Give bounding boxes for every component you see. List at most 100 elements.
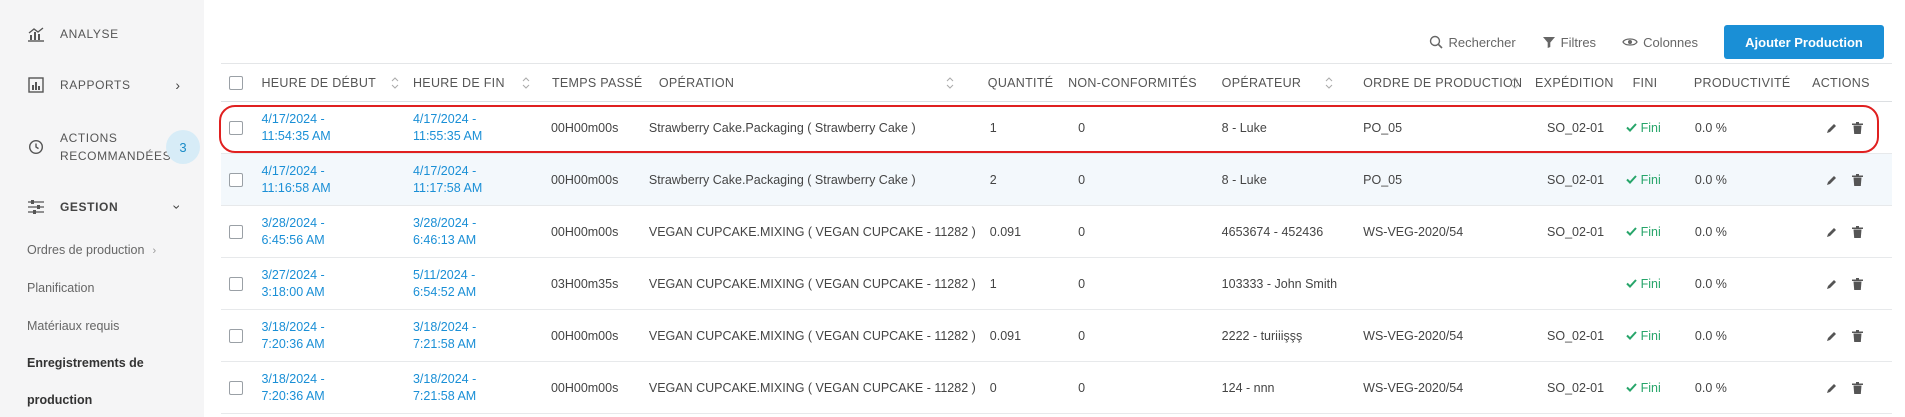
search-button[interactable]: Rechercher bbox=[1429, 35, 1516, 50]
col-non-conformites[interactable]: NON-CONFORMITÉS bbox=[1067, 63, 1205, 102]
col-operation[interactable]: OPÉRATION bbox=[643, 63, 976, 102]
end-time-link[interactable]: 5/11/2024 - 6:54:52 AM bbox=[404, 267, 544, 301]
edit-icon[interactable] bbox=[1826, 174, 1838, 186]
fini-cell: Fini bbox=[1621, 361, 1694, 414]
col-operateur[interactable]: OPÉRATEUR bbox=[1204, 63, 1348, 102]
row-checkbox[interactable] bbox=[229, 224, 243, 239]
fini-label: Fini bbox=[1640, 276, 1661, 291]
edit-icon[interactable] bbox=[1826, 226, 1838, 238]
time-spent: 00H00m00s bbox=[550, 224, 619, 239]
filters-button[interactable]: Filtres bbox=[1542, 35, 1596, 50]
operation-cell: Strawberry Cake.Packaging ( Strawberry C… bbox=[643, 153, 976, 206]
col-heure-fin-label: HEURE DE FIN bbox=[412, 75, 505, 90]
end-time-link[interactable]: 3/18/2024 - 7:21:58 AM bbox=[404, 319, 544, 353]
start-time-link[interactable]: 3/18/2024 - 7:20:36 AM bbox=[253, 371, 404, 405]
sub-enregistrements-de-production[interactable]: Enregistrements de production bbox=[27, 345, 144, 417]
trash-icon[interactable] bbox=[1852, 121, 1864, 134]
expedition-cell: SO_02-01 bbox=[1524, 101, 1622, 154]
col-heure-debut[interactable]: HEURE DE DÉBUT bbox=[253, 63, 404, 102]
start-time-link[interactable]: 4/17/2024 - 11:54:35 AM bbox=[253, 111, 404, 145]
table-row[interactable]: 4/17/2024 - 11:16:58 AM 4/17/2024 - 11:17:… bbox=[221, 153, 1892, 206]
trash-icon[interactable] bbox=[1852, 173, 1864, 186]
row-checkbox[interactable] bbox=[229, 380, 243, 395]
end-time-cell: 3/18/2024 - 7:21:58 AM bbox=[403, 361, 544, 414]
table-row[interactable]: 3/18/2024 - 7:20:36 AM 3/18/2024 - 7:21:58… bbox=[221, 361, 1892, 414]
nav-gestion[interactable]: GESTION › bbox=[0, 197, 204, 217]
end-time-link[interactable]: 3/28/2024 - 6:46:13 AM bbox=[404, 215, 544, 249]
col-temps-passe-label: TEMPS PASSÉ bbox=[551, 75, 643, 90]
row-select-cell bbox=[221, 153, 254, 206]
start-time-link[interactable]: 3/27/2024 - 3:18:00 AM bbox=[253, 267, 404, 301]
sidebar: ANALYSE RAPPORTS › ACTIONS RECOMMANDÉES … bbox=[0, 0, 204, 417]
production-order: WS-VEG-2020/54 bbox=[1363, 224, 1464, 239]
trash-icon[interactable] bbox=[1852, 277, 1864, 290]
check-icon bbox=[1625, 123, 1637, 132]
col-heure-fin[interactable]: HEURE DE FIN bbox=[403, 63, 544, 102]
columns-button[interactable]: Colonnes bbox=[1622, 35, 1698, 50]
productivity: 0.0 % bbox=[1694, 276, 1727, 291]
start-time-cell: 3/18/2024 - 7:20:36 AM bbox=[253, 361, 404, 414]
trash-icon[interactable] bbox=[1852, 225, 1864, 238]
production-order: WS-VEG-2020/54 bbox=[1363, 328, 1464, 343]
search-icon bbox=[1430, 35, 1444, 49]
end-time-link[interactable]: 3/18/2024 - 7:21:58 AM bbox=[404, 371, 544, 405]
fini-cell: Fini bbox=[1621, 309, 1694, 362]
row-checkbox[interactable] bbox=[229, 120, 243, 135]
non-conformities: 0 bbox=[1078, 380, 1086, 395]
operator: 8 - Luke bbox=[1221, 120, 1267, 135]
end-time-link[interactable]: 4/17/2024 - 11:55:35 AM bbox=[404, 111, 544, 145]
sub-planification[interactable]: Planification bbox=[27, 281, 94, 295]
row-checkbox[interactable] bbox=[229, 172, 243, 187]
nav-actions-recommandees[interactable]: ACTIONS RECOMMANDÉES 3 bbox=[0, 128, 204, 166]
col-expedition[interactable]: EXPÉDITION bbox=[1524, 63, 1622, 102]
end-date: 3/18/2024 - bbox=[412, 371, 477, 386]
operation: VEGAN CUPCAKE.MIXING ( VEGAN CUPCAKE - 1… bbox=[648, 276, 976, 291]
add-production-button[interactable]: Ajouter Production bbox=[1724, 25, 1884, 59]
end-clock: 7:21:58 AM bbox=[412, 388, 477, 403]
table-row[interactable]: 3/28/2024 - 6:45:56 AM 3/28/2024 - 6:46:13… bbox=[221, 205, 1892, 258]
productivity-cell: 0.0 % bbox=[1693, 361, 1807, 414]
nav-rapports[interactable]: RAPPORTS › bbox=[0, 75, 204, 95]
productivity-cell: 0.0 % bbox=[1693, 257, 1807, 310]
nav-analyse[interactable]: ANALYSE bbox=[0, 24, 204, 44]
expedition: SO_02-01 bbox=[1547, 328, 1605, 343]
col-temps-passe[interactable]: TEMPS PASSÉ bbox=[543, 63, 644, 102]
end-time-link[interactable]: 4/17/2024 - 11:17:58 AM bbox=[404, 163, 544, 197]
edit-icon[interactable] bbox=[1826, 382, 1838, 394]
sort-icon bbox=[946, 77, 954, 89]
col-fini[interactable]: FINI bbox=[1621, 63, 1694, 102]
production-order-cell: WS-VEG-2020/54 bbox=[1347, 309, 1525, 362]
trash-icon[interactable] bbox=[1852, 329, 1864, 342]
col-quantite[interactable]: QUANTITÉ bbox=[975, 63, 1068, 102]
sub-ordres-de-production[interactable]: Ordres de production › bbox=[27, 243, 156, 257]
start-time-link[interactable]: 4/17/2024 - 11:16:58 AM bbox=[253, 163, 404, 197]
row-checkbox[interactable] bbox=[229, 276, 243, 291]
trash-icon[interactable] bbox=[1852, 381, 1864, 394]
edit-icon[interactable] bbox=[1826, 278, 1838, 290]
start-time-cell: 3/28/2024 - 6:45:56 AM bbox=[253, 205, 404, 258]
row-checkbox[interactable] bbox=[229, 328, 243, 343]
col-ordre-production[interactable]: ORDRE DE PRODUCTION bbox=[1347, 63, 1525, 102]
main-content: Rechercher Filtres Colonnes Ajouter Prod… bbox=[204, 0, 1905, 417]
table-row[interactable]: 3/18/2024 - 7:20:36 AM 3/18/2024 - 7:21:58… bbox=[221, 309, 1892, 362]
production-order-cell: PO_05 bbox=[1347, 153, 1525, 206]
quantity-cell: 2 bbox=[975, 153, 1068, 206]
table-row[interactable]: 3/27/2024 - 3:18:00 AM 5/11/2024 - 6:54:52… bbox=[221, 257, 1892, 310]
fini-status: Fini bbox=[1622, 173, 1694, 187]
expedition-cell: SO_02-01 bbox=[1524, 153, 1622, 206]
productivity-cell: 0.0 % bbox=[1693, 153, 1807, 206]
quantity-cell: 1 bbox=[975, 257, 1068, 310]
production-order bbox=[1347, 277, 1363, 291]
start-time-link[interactable]: 3/28/2024 - 6:45:56 AM bbox=[253, 215, 404, 249]
productivity: 0.0 % bbox=[1694, 120, 1727, 135]
sub-materiaux-requis[interactable]: Matériaux requis bbox=[27, 319, 119, 333]
operator-cell: 8 - Luke bbox=[1204, 153, 1348, 206]
select-all-checkbox[interactable] bbox=[229, 75, 243, 90]
table-row[interactable]: 4/17/2024 - 11:54:35 AM 4/17/2024 - 11:55:… bbox=[221, 101, 1892, 154]
end-date: 4/17/2024 - bbox=[412, 163, 477, 178]
start-time-link[interactable]: 3/18/2024 - 7:20:36 AM bbox=[253, 319, 404, 353]
col-productivite[interactable]: PRODUCTIVITÉ bbox=[1693, 63, 1807, 102]
edit-icon[interactable] bbox=[1826, 330, 1838, 342]
edit-icon[interactable] bbox=[1826, 122, 1838, 134]
actions-cell bbox=[1806, 205, 1892, 258]
